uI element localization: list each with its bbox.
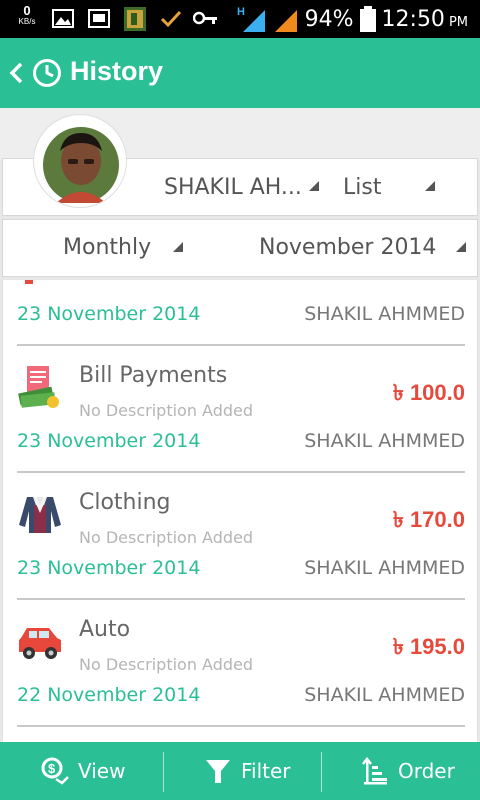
month-dropdown-icon — [456, 242, 466, 252]
bottom-separator — [163, 752, 164, 792]
item-category: Bill Payments — [79, 363, 228, 388]
battery-percent: 94% — [304, 6, 354, 32]
check-icon — [160, 10, 182, 28]
item-date: 23 November 2014 — [17, 557, 201, 579]
svg-text:$: $ — [48, 761, 56, 776]
status-bar: 0 KB/s H 94% 12:50 PM — [0, 0, 480, 38]
view-label: View — [78, 759, 126, 783]
key-icon — [193, 11, 217, 25]
item-person: SHAKIL AHMMED — [304, 303, 465, 325]
clock-time: 12:50 — [381, 6, 445, 32]
filter-icon — [206, 760, 230, 783]
status-right: H 94% 12:50 PM — [237, 2, 468, 36]
app-icon — [124, 7, 146, 31]
page-title[interactable]: History — [70, 56, 163, 87]
order-icon — [362, 756, 387, 785]
signal-icon: H — [237, 6, 265, 32]
transaction-list[interactable]: 23 November 2014 SHAKIL AHMMED Bill Paym… — [2, 280, 478, 742]
list-item[interactable]: Auto No Description Added ৳ 195.0 22 Nov… — [3, 600, 477, 727]
item-person: SHAKIL AHMMED — [304, 430, 465, 452]
view-mode-dropdown-icon — [425, 181, 435, 191]
order-label: Order — [398, 759, 455, 783]
user-selector[interactable]: SHAKIL AH... — [164, 175, 302, 200]
list-item[interactable]: Clothing No Description Added ৳ 170.0 23… — [3, 473, 477, 600]
item-amount: ৳ 170.0 — [392, 507, 465, 532]
view-button[interactable]: $ View — [40, 742, 125, 800]
list-item[interactable]: 23 November 2014 SHAKIL AHMMED — [3, 280, 477, 346]
item-person: SHAKIL AHMMED — [304, 684, 465, 706]
item-divider — [17, 725, 465, 727]
item-date: 23 November 2014 — [17, 430, 201, 452]
period-row: Monthly November 2014 — [2, 219, 478, 277]
period-selector[interactable]: Monthly — [63, 235, 151, 260]
item-description: No Description Added — [79, 655, 254, 674]
order-button[interactable]: Order — [360, 742, 455, 800]
action-bar: History — [0, 38, 480, 108]
back-arrow-icon[interactable] — [8, 62, 24, 84]
item-amount: ৳ 195.0 — [392, 634, 465, 659]
history-clock-icon — [33, 59, 61, 87]
auto-icon — [19, 628, 61, 659]
net-speed-value: 0 — [23, 3, 31, 18]
item-person: SHAKIL AHMMED — [304, 557, 465, 579]
clothing-icon — [19, 497, 61, 533]
bottom-separator — [321, 752, 322, 792]
signal-icon-2 — [274, 10, 297, 32]
item-category: Clothing — [79, 490, 171, 515]
month-selector[interactable]: November 2014 — [259, 235, 436, 260]
user-dropdown-icon — [309, 181, 319, 191]
net-speed-unit: KB/s — [18, 17, 36, 26]
item-description: No Description Added — [79, 401, 254, 420]
bill-payments-icon — [18, 366, 59, 408]
image-icon — [52, 9, 74, 28]
item-description: No Description Added — [79, 528, 254, 547]
screen-icon — [88, 9, 110, 28]
filter-button[interactable]: Filter — [205, 742, 291, 800]
view-mode-selector[interactable]: List — [343, 175, 381, 200]
net-speed: 0 KB/s — [14, 4, 40, 26]
category-icon-fragment — [25, 280, 33, 284]
item-amount: ৳ 100.0 — [392, 380, 465, 405]
profile-photo — [35, 116, 126, 207]
battery-icon — [359, 6, 376, 32]
list-item[interactable]: Bill Payments No Description Added ৳ 100… — [3, 346, 477, 473]
avatar[interactable] — [33, 114, 127, 208]
bottom-action-bar: $ View Filter Order — [0, 742, 480, 800]
item-date: 22 November 2014 — [17, 684, 201, 706]
period-dropdown-icon — [173, 242, 183, 252]
item-category: Auto — [79, 617, 131, 642]
item-date: 23 November 2014 — [17, 303, 201, 325]
clock-ampm: PM — [448, 14, 468, 30]
view-icon: $ — [41, 757, 69, 785]
network-type: H — [237, 6, 245, 18]
filter-label: Filter — [241, 759, 291, 783]
